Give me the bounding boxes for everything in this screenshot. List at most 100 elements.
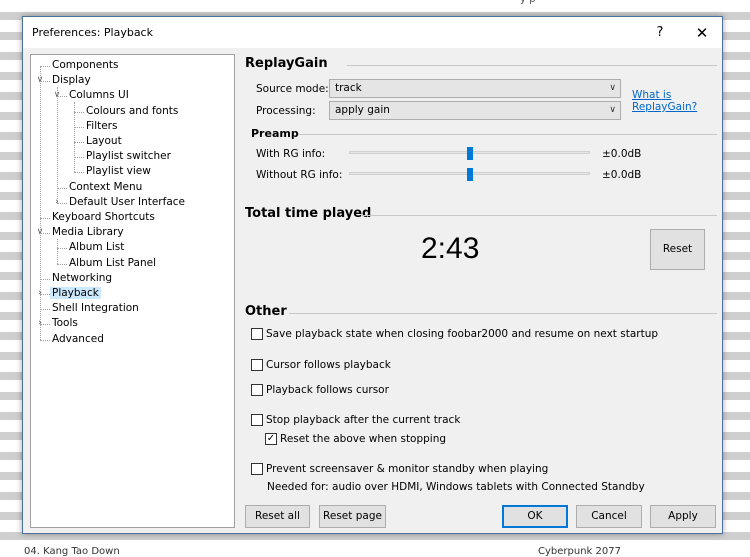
what-is-replaygain-link-line1: What is xyxy=(632,89,672,101)
tree-item-shell-integration[interactable]: Shell Integration xyxy=(50,301,141,316)
without-rg-label: Without RG info: xyxy=(256,169,343,181)
tree-item-tools[interactable]: Tools xyxy=(50,316,80,331)
tree-item-playback[interactable]: Playback xyxy=(50,286,101,301)
replaygain-heading: ReplayGain xyxy=(245,56,328,71)
help-button[interactable]: ? xyxy=(645,21,675,45)
reset-above-label: Reset the above when stopping xyxy=(280,433,447,445)
tree-item-networking[interactable]: Networking xyxy=(50,271,114,286)
other-heading: Other xyxy=(245,304,287,319)
preferences-dialog: Preferences: Playback ? ✕ Components ∨ Dis… xyxy=(22,16,723,534)
processing-label: Processing: xyxy=(256,105,316,117)
tree-connector xyxy=(57,187,67,189)
cancel-button[interactable]: Cancel xyxy=(576,505,642,528)
total-time-heading: Total time played xyxy=(245,206,372,221)
save-state-label: Save playback state when closing foobar2… xyxy=(266,328,659,340)
tree-item-display[interactable]: Display xyxy=(50,73,93,88)
without-rg-slider-thumb[interactable] xyxy=(466,168,473,181)
cursor-follows-label: Cursor follows playback xyxy=(266,359,391,371)
reset-above-checkbox[interactable]: ✓ xyxy=(265,433,277,445)
save-state-checkbox[interactable] xyxy=(251,328,263,340)
reset-all-button[interactable]: Reset all xyxy=(245,505,310,528)
preamp-heading: Preamp xyxy=(251,127,299,140)
tree-item-filters[interactable]: Filters xyxy=(84,119,119,134)
with-rg-label: With RG info: xyxy=(256,148,326,160)
with-rg-slider-thumb[interactable] xyxy=(466,147,473,160)
tree-item-label: Columns UI xyxy=(69,89,129,102)
prevent-screensaver-checkbox[interactable] xyxy=(251,463,263,475)
reset-time-button[interactable]: Reset xyxy=(650,229,705,270)
preferences-tree[interactable]: Components ∨ Display ∨ Columns UI Colours and… xyxy=(30,54,235,528)
tree-connector xyxy=(57,248,67,250)
cursor-follows-checkbox[interactable] xyxy=(251,359,263,371)
processing-select[interactable]: apply gain ∨ xyxy=(329,101,621,120)
what-is-replaygain-link[interactable]: What is ReplayGain? xyxy=(632,89,697,113)
tree-item-album-list[interactable]: Album List xyxy=(67,240,126,255)
total-time-value: 2:43 xyxy=(421,232,480,265)
tree-item-label: Media Library xyxy=(52,226,124,239)
what-is-replaygain-link-line2: ReplayGain? xyxy=(632,101,698,113)
tree-item-playlist-switcher[interactable]: Playlist switcher xyxy=(84,149,173,164)
background-track-title: 04. Kang Tao Down xyxy=(24,546,120,557)
tree-item-playlist-view[interactable]: Playlist view xyxy=(84,164,153,179)
tree-item-label: Album List xyxy=(69,241,125,254)
tree-item-columns-ui[interactable]: Columns UI xyxy=(67,88,131,103)
tree-item-label: Album List Panel xyxy=(69,256,157,269)
tree-connector xyxy=(40,66,50,67)
tree-connector xyxy=(40,218,50,219)
tree-item-label: Default User Interface xyxy=(69,195,185,208)
tree-connector xyxy=(74,157,84,159)
stop-after-current-checkbox[interactable] xyxy=(251,414,263,426)
prevent-screensaver-note: Needed for: audio over HDMI, Windows tab… xyxy=(267,481,645,493)
background-top-text: y p xyxy=(520,0,535,5)
source-mode-value: track xyxy=(335,82,362,94)
close-button[interactable]: ✕ xyxy=(687,21,717,45)
background-top-strip: y p xyxy=(0,0,750,6)
tree-item-label: Playlist view xyxy=(86,165,151,178)
tree-connector xyxy=(74,172,84,174)
tree-item-colours-and-fonts[interactable]: Colours and fonts xyxy=(84,104,180,119)
with-rg-value: ±0.0dB xyxy=(602,148,642,160)
other-divider xyxy=(289,313,717,314)
tree-item-components[interactable]: Components xyxy=(50,58,120,73)
tree-item-media-library[interactable]: Media Library xyxy=(50,225,126,240)
tree-item-label: Colours and fonts xyxy=(86,104,179,117)
tree-item-label: Context Menu xyxy=(69,180,143,193)
tree-item-advanced[interactable]: Advanced xyxy=(50,332,106,347)
source-mode-select[interactable]: track ∨ xyxy=(329,79,621,98)
tree-item-keyboard-shortcuts[interactable]: Keyboard Shortcuts xyxy=(50,210,157,225)
tree-connector xyxy=(57,239,58,264)
apply-button[interactable]: Apply xyxy=(650,505,716,528)
stop-after-current-label: Stop playback after the current track xyxy=(266,414,461,426)
tree-connector xyxy=(74,142,84,143)
title-bar[interactable]: Preferences: Playback ? ✕ xyxy=(23,17,722,48)
tree-connector xyxy=(74,111,84,113)
tree-item-label: Networking xyxy=(52,271,113,284)
tree-item-label: Advanced xyxy=(52,332,104,345)
tree-item-layout[interactable]: Layout xyxy=(84,134,124,149)
tree-item-label: Layout xyxy=(86,135,122,147)
replaygain-divider xyxy=(347,65,717,66)
tree-connector xyxy=(57,87,58,203)
background-album-title: Cyberpunk 2077 xyxy=(538,546,621,557)
tree-item-default-user-interface[interactable]: Default User Interface xyxy=(67,195,187,210)
ok-button[interactable]: OK xyxy=(502,505,568,528)
playback-follows-label: Playback follows cursor xyxy=(266,384,389,396)
tree-connector xyxy=(57,263,67,265)
reset-page-button[interactable]: Reset page xyxy=(319,505,386,528)
playback-follows-checkbox[interactable] xyxy=(251,384,263,396)
tree-item-label: Keyboard Shortcuts xyxy=(52,211,155,223)
tree-item-label: Tools xyxy=(52,317,78,330)
total-time-divider xyxy=(361,215,717,216)
tree-item-album-list-panel[interactable]: Album List Panel xyxy=(67,256,158,271)
source-mode-label: Source mode: xyxy=(256,83,329,95)
playback-page: ReplayGain Source mode: track ∨ Processi… xyxy=(237,54,721,528)
preamp-divider xyxy=(299,134,717,135)
tree-item-label: Shell Integration xyxy=(52,302,139,315)
tree-item-label: Playlist switcher xyxy=(86,150,171,163)
tree-item-context-menu[interactable]: Context Menu xyxy=(67,180,144,195)
chevron-down-icon: ∨ xyxy=(609,105,616,115)
tree-connector xyxy=(74,102,75,173)
tree-connector xyxy=(40,278,50,280)
prevent-screensaver-label: Prevent screensaver & monitor standby wh… xyxy=(266,463,549,475)
processing-value: apply gain xyxy=(335,104,390,116)
